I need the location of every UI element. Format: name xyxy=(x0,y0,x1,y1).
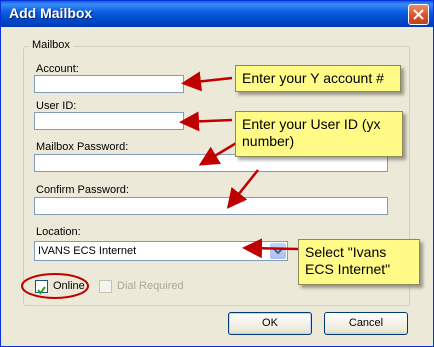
arrow-to-mailbox-password-field xyxy=(198,140,239,166)
callout-location: Select "Ivans ECS Internet" xyxy=(298,239,420,285)
arrow-to-confirm-password-field xyxy=(226,169,259,209)
arrow-to-user-id-field xyxy=(179,111,233,132)
callout-account: Enter your Y account # xyxy=(235,65,401,92)
arrow-to-location-select xyxy=(242,238,299,259)
callout-user-id: Enter your User ID (yx number) xyxy=(235,111,403,157)
annotation-overlay xyxy=(21,71,299,299)
online-highlight-circle xyxy=(21,273,89,299)
arrow-to-account-field xyxy=(181,71,233,92)
